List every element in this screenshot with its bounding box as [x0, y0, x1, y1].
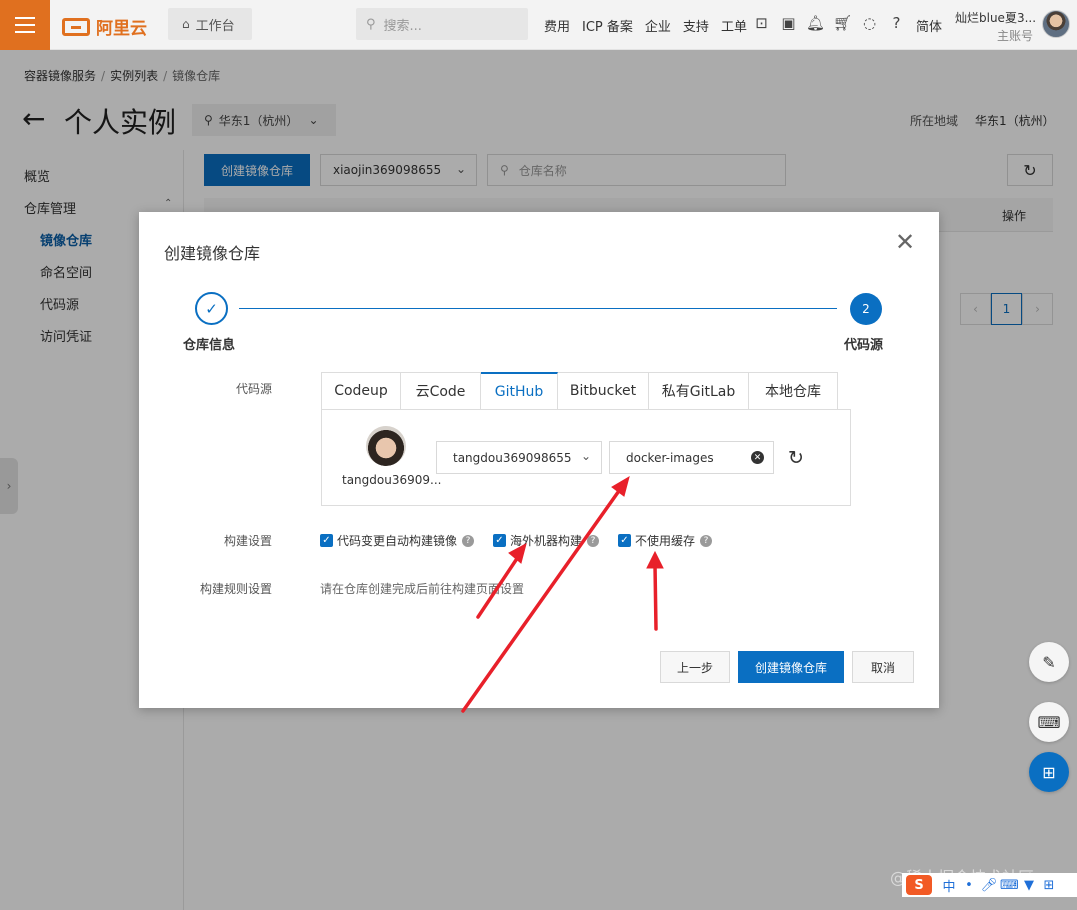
workbench-label: 工作台 [195, 18, 235, 34]
build-rule-label: 构建规则设置 [200, 582, 273, 596]
aliyun-logo-icon [62, 17, 90, 36]
bot-icon[interactable]: ⊡ [748, 14, 775, 32]
language-switch[interactable]: 简体 [916, 16, 942, 35]
tab-yuncode[interactable]: 云Code [401, 372, 481, 410]
tab-bitbucket[interactable]: Bitbucket [558, 372, 649, 410]
code-source-tabs: Codeup 云Code GitHub Bitbucket 私有GitLab 本… [321, 372, 838, 410]
build-rule-text: 请在仓库创建完成后前往构建页面设置 [320, 582, 525, 596]
ime-mode[interactable]: 中 [940, 876, 958, 895]
home-icon: ⌂ [182, 17, 190, 31]
edit-icon[interactable]: ✎ [1029, 642, 1069, 682]
nav-icp[interactable]: ICP 备案 [582, 16, 633, 35]
repo-name-value: docker-images [626, 450, 714, 465]
search-icon: ⚲ [366, 16, 376, 32]
step-connector [239, 308, 837, 309]
prev-step-button[interactable]: 上一步 [660, 651, 730, 683]
chat-icon[interactable]: ⌨ [1029, 702, 1069, 742]
nav-enterprise[interactable]: 企业 [645, 16, 671, 35]
clear-input-icon[interactable]: ✕ [751, 451, 764, 464]
workbench-button[interactable]: ⌂ 工作台 [168, 8, 252, 40]
punctuation-icon[interactable]: • [960, 878, 978, 893]
hamburger-menu-button[interactable] [0, 0, 50, 50]
github-account-value: tangdou369098655 [453, 450, 572, 465]
bell-icon[interactable]: 🔔︎ [802, 14, 829, 32]
github-username: tangdou36909... [342, 473, 442, 487]
refresh-icon[interactable]: ↻ [788, 447, 804, 469]
apps-icon[interactable]: ⊞ [1029, 752, 1069, 792]
cart-icon[interactable]: 🛒︎ [829, 14, 856, 32]
checkbox-checked-icon: ✓ [493, 534, 506, 547]
terminal-icon[interactable]: ▣ [775, 14, 802, 32]
step-current-number: 2 [850, 293, 882, 325]
tab-local-repo[interactable]: 本地仓库 [749, 372, 838, 410]
create-repo-submit-button[interactable]: 创建镜像仓库 [738, 651, 844, 683]
cancel-button[interactable]: 取消 [852, 651, 914, 683]
auto-build-label: 代码变更自动构建镜像 [337, 534, 458, 548]
no-cache-checkbox[interactable]: ✓ 不使用缓存 ? [618, 532, 713, 549]
sogou-logo-icon[interactable]: S [906, 875, 932, 895]
checkbox-checked-icon: ✓ [618, 534, 631, 547]
top-icons: ⊡ ▣ 🔔︎ 🛒︎ ◌ ? [748, 14, 910, 32]
tab-codeup[interactable]: Codeup [321, 372, 401, 410]
user-avatar[interactable] [1042, 10, 1070, 38]
github-avatar [366, 426, 406, 466]
microphone-icon[interactable]: 🎤︎ [980, 878, 998, 893]
no-cache-label: 不使用缓存 [635, 534, 696, 548]
user-role: 主账号 [997, 29, 1034, 43]
nav-fees[interactable]: 费用 [544, 16, 570, 35]
user-name[interactable]: 灿烂blue夏3... [955, 9, 1036, 26]
help-icon[interactable]: ? [462, 534, 475, 547]
build-settings-label: 构建设置 [224, 534, 273, 548]
dialog-title: 创建镜像仓库 [164, 244, 261, 263]
help-icon[interactable]: ? [587, 534, 600, 547]
help-icon[interactable]: ? [700, 534, 713, 547]
shirt-icon[interactable]: ▼ [1020, 878, 1038, 893]
bulb-icon[interactable]: ◌ [856, 14, 883, 32]
code-source-label: 代码源 [236, 382, 273, 396]
search-placeholder: 搜索... [383, 18, 422, 34]
ime-toolbar: S 中 • 🎤︎ ⌨ ▼ ⊞ [902, 873, 1077, 897]
keyboard-icon[interactable]: ⌨ [1000, 878, 1019, 893]
step-label-repo-info: 仓库信息 [183, 338, 236, 353]
chevron-down-icon: ⌄ [580, 449, 591, 463]
nav-support[interactable]: 支持 [683, 16, 709, 35]
checkbox-checked-icon: ✓ [320, 534, 333, 547]
top-nav: 费用 ICP 备案 企业 支持 工单 [544, 16, 759, 35]
github-account-select[interactable]: tangdou369098655 ⌄ [436, 441, 602, 474]
close-icon[interactable]: ✕ [895, 228, 915, 256]
auto-build-checkbox[interactable]: ✓ 代码变更自动构建镜像 ? [320, 532, 475, 549]
repo-name-input[interactable]: docker-images ✕ [609, 441, 774, 474]
top-bar: 阿里云 ⌂ 工作台 ⚲ 搜索... 费用 ICP 备案 企业 支持 工单 ⊡ ▣… [0, 0, 1077, 50]
step-label-code-source: 代码源 [844, 338, 884, 353]
brand-name: 阿里云 [96, 19, 147, 39]
help-icon[interactable]: ? [883, 14, 910, 32]
tab-private-gitlab[interactable]: 私有GitLab [649, 372, 749, 410]
nav-ticket[interactable]: 工单 [721, 16, 747, 35]
tab-github[interactable]: GitHub [481, 372, 558, 410]
aliyun-logo[interactable]: 阿里云 [62, 14, 147, 39]
grid-icon[interactable]: ⊞ [1040, 878, 1058, 893]
step-done-check-icon: ✓ [195, 292, 228, 325]
overseas-build-checkbox[interactable]: ✓ 海外机器构建 ? [493, 532, 600, 549]
overseas-build-label: 海外机器构建 [510, 534, 583, 548]
global-search-input[interactable]: ⚲ 搜索... [356, 8, 528, 40]
